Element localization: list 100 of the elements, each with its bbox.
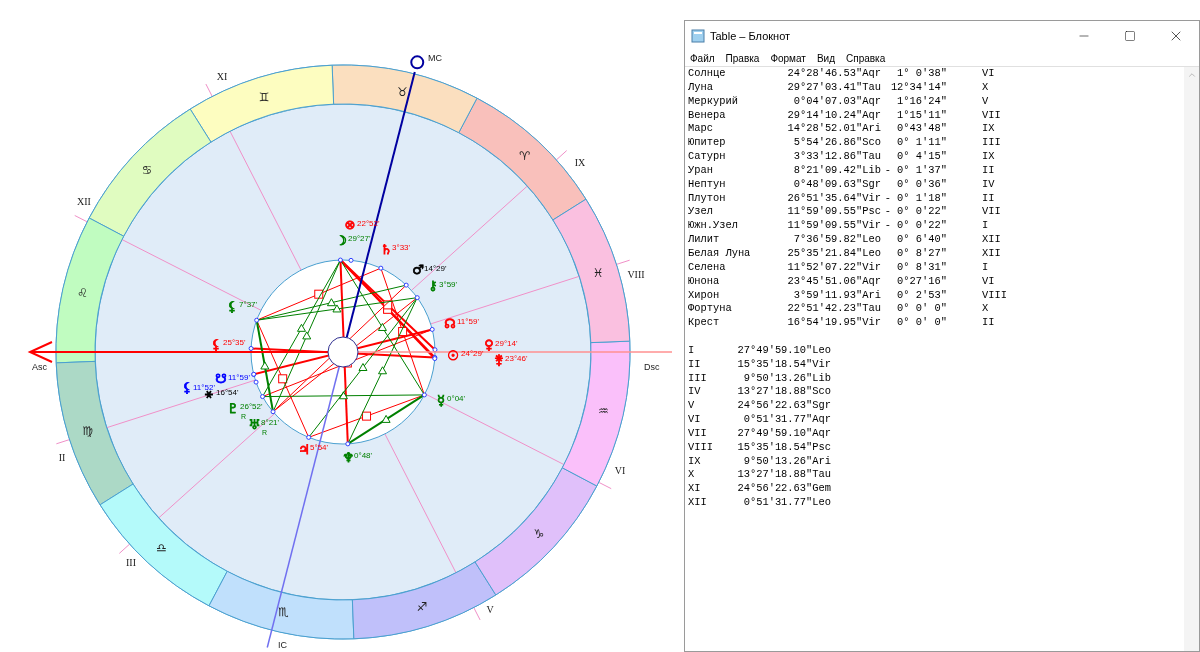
table-cell-text: Юпитер [688,136,727,151]
table-cell-text: Уран [688,163,714,178]
planet-glyph: ☉ [447,348,459,363]
degree-label: 0°48' [354,451,373,460]
table-cell-text: 11°52'07.22"Vir [786,260,881,275]
table-cell-text: 24°28'46.53"Aqr [786,67,881,81]
degree-label: 11°59' [457,317,479,326]
table-cell-text: X [688,468,696,483]
table-cell-text: 0°04'07.03"Aqr [792,94,881,109]
table-cell-text: III [688,371,708,386]
degree-label: 25°35' [223,338,246,347]
table-cell-text: 11°59'09.55"Vir [786,219,881,234]
table-cell-text: 0°51'31.77"Aqr [742,413,831,427]
maximize-icon[interactable] [1124,30,1136,42]
zodiac-sign-glyph: ♐ [416,600,428,615]
degree-label: 3°33' [392,243,411,252]
degree-label: 11°59' [228,373,250,382]
table-cell-text: 3°33'12.86"Tau [792,150,881,164]
table-cell-text: I [688,343,696,358]
table-cell-text: XI [688,482,702,497]
planet-glyph: ⚸ [182,380,192,395]
table-cell-text: 11°59'09.55"Psc [786,205,881,220]
table-cell-text: VII [688,426,708,441]
house-number: V [486,604,494,615]
table-cell-text: Меркурий [688,94,739,109]
planet-glyph: ♆ [342,450,354,465]
axis-label: Asc [32,362,47,372]
table-cell-text: - 0° 0'22" [883,205,947,220]
table-cell-text: Южн.Узел [688,219,739,234]
window-title: Table – Блокнот [710,28,791,44]
zodiac-sign-glyph: ♊ [258,89,270,104]
table-cell-text: 12°34'14" [889,80,947,95]
table-cell-text: Марс [688,122,714,137]
degree-label: 0°04' [447,394,466,403]
house-number: III [126,557,136,568]
table-cell: II [982,163,995,178]
degree-label: 16°54' [216,388,239,397]
degree-label: 29°14' [495,339,518,348]
table-cell: VIII [982,288,1007,303]
house-number: VIII [627,269,645,280]
zodiac-sign-glyph: ♌ [77,285,89,300]
table-cell-text: II [688,357,702,372]
table-cell-text: Плутон [688,191,727,206]
menu-item[interactable]: Справка [846,50,886,66]
table-cell: II [982,316,995,331]
table-cell-text: 0°48'09.63"Sgr [792,177,881,192]
planet-glyph: ⚷ [428,278,438,293]
menu-item[interactable]: Формат [770,50,806,66]
table-cell-text: XII [688,496,708,510]
table-cell-text: IV [688,385,702,400]
table-cell-text: Белая Луна [688,246,752,261]
zodiac-sign-glyph: ♎ [156,540,167,555]
planet-glyph: ♃ [298,442,310,457]
zodiac-sign-glyph: ♏ [278,605,290,620]
axis-label: Dsc [644,362,660,372]
planet-glyph: ☊ [444,316,456,331]
planet-glyph: ⚵ [494,352,504,367]
degree-label: 24°29' [461,349,484,358]
table-cell-text: 1° 0'38" [896,67,947,81]
menu-item[interactable]: Файл [690,50,715,66]
table-cell-text: VIII [688,440,714,455]
table-cell: VII [982,205,1001,220]
menu-item[interactable]: Вид [816,50,835,66]
menu-item[interactable]: Правка [725,50,760,66]
table-cell: XII [982,233,1001,247]
table-cell-text: 13°27'18.88"Sco [736,385,831,400]
table-cell: III [982,136,1001,151]
table-cell: I [982,260,989,275]
degree-label: 11°52' [193,383,215,392]
table-cell: V [982,94,989,109]
table-cell: VI [982,274,995,289]
table-cell-text: Сатурн [688,150,727,164]
table-cell-text: 0° 0' 0" [896,302,947,317]
scroll-up-icon[interactable] [1186,70,1197,80]
table-cell-text: 0°27'16" [896,274,947,289]
notepad-icon [691,29,705,43]
planet-glyph: ⚸ [227,299,237,314]
table-cell-text: - 0° 0'22" [883,219,947,234]
table-cell-text: Селена [688,260,727,275]
house-number: II [58,452,66,463]
table-cell: VII [982,108,1001,123]
table-cell-text: 15°35'18.54"Psc [736,440,831,455]
table-cell-text: Венера [688,108,727,123]
planet-glyph: ♄ [380,242,392,257]
scrollbar[interactable] [1184,67,1199,651]
table-cell-text: 16°54'19.95"Vir [786,316,881,331]
table-cell: IX [982,150,995,164]
table-cell: XII [982,246,1001,261]
axis-label: IC [278,640,287,650]
table-cell-text: Юнона [688,274,721,289]
table-cell-text: Крест [688,316,721,331]
zodiac-sign-glyph: ♉ [396,84,408,99]
table-cell-text: VI [688,413,702,427]
center-circle [327,336,359,368]
table-cell-text: 0° 2'53" [896,288,947,303]
table-cell: VI [982,67,995,81]
table-cell-text: 26°51'35.64"Vir [786,191,881,206]
table-cell-text: 23°45'51.06"Aqr [786,274,881,289]
table-cell-text: 13°27'18.88"Tau [736,468,831,483]
axis-label: MC [428,53,442,63]
